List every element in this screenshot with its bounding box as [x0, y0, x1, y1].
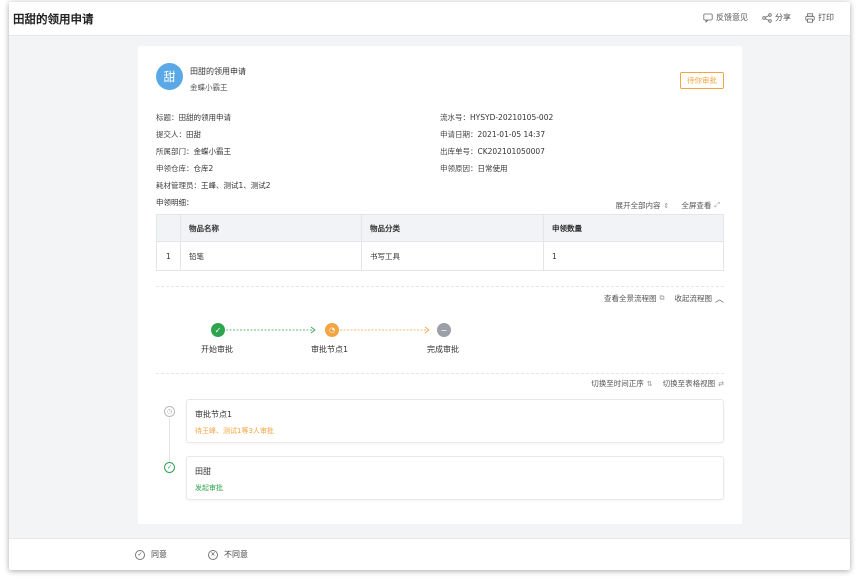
- top-actions: 反馈意见 分享 打印: [703, 12, 834, 23]
- agree-label: 同意: [151, 550, 167, 559]
- cell-qty: 1: [552, 251, 557, 261]
- field-detail-label: 申领明细：: [156, 198, 194, 207]
- fullscreen-button[interactable]: 全屏查看 ⤢: [681, 200, 720, 211]
- request-title: 田甜的领用申请: [190, 67, 246, 76]
- divider: [156, 373, 724, 374]
- approval-flow: ✓ 开始审批 ◔ 审批节点1 − 完成审批: [138, 322, 742, 362]
- col-index: [157, 215, 181, 241]
- share-button[interactable]: 分享: [762, 12, 791, 23]
- col-category: 物品分类: [362, 215, 544, 241]
- check-icon: ✓: [211, 323, 225, 337]
- request-subtitle: 金蝶小霸王: [190, 83, 228, 92]
- timeline-tools: 切换至时间正序 ⇅ 切换至表格视图 ⇄: [591, 378, 724, 389]
- field-warehouse: 申领仓库：仓库2: [156, 164, 214, 173]
- agree-button[interactable]: ✓ 同意: [135, 549, 167, 560]
- timeline-item-name: 田甜: [195, 467, 211, 476]
- timeline-item-name: 审批节点1: [195, 410, 233, 419]
- col-name: 物品名称: [181, 215, 362, 241]
- col-qty: 申领数量: [552, 223, 582, 233]
- flow-node-start: 开始审批: [201, 345, 233, 354]
- app-window: 田甜的领用申请 反馈意见 分享 打印 甜 田甜的领用申请 金蝶小霸王 待你审批 …: [9, 2, 850, 570]
- expand-all-button[interactable]: 展开全部内容 ⇕: [616, 200, 670, 211]
- feedback-button[interactable]: 反馈意见: [703, 12, 748, 23]
- check-circle-icon: ✓: [164, 462, 175, 473]
- switch-icon: ⇄: [718, 379, 724, 388]
- chevron-up-icon: ︿: [714, 295, 724, 305]
- field-outbound-no: 出库单号：CK202101050007: [440, 147, 545, 156]
- cell-name: 铅笔: [181, 242, 362, 270]
- clock-icon: ◷: [164, 406, 175, 417]
- sort-icon: ⇕: [663, 201, 670, 210]
- status-badge: 待你审批: [680, 72, 724, 89]
- timeline-item: 田甜 发起审批: [186, 456, 724, 500]
- share-label: 分享: [775, 13, 791, 22]
- disagree-button[interactable]: ✕ 不同意: [208, 549, 248, 560]
- time-order-button[interactable]: 切换至时间正序 ⇅: [591, 378, 652, 389]
- field-reason: 申领原因：日常使用: [440, 164, 508, 173]
- field-title: 标题：田甜的领用申请: [156, 113, 231, 122]
- sort-asc-icon: ⇅: [646, 379, 653, 388]
- cell-category: 书写工具: [362, 242, 544, 270]
- request-card: 甜 田甜的领用申请 金蝶小霸王 待你审批 标题：田甜的领用申请 流水号：HYSY…: [138, 46, 742, 524]
- field-date: 申请日期：2021-01-05 14:37: [440, 130, 546, 139]
- flow-node-approval: 审批节点1: [311, 345, 349, 354]
- close-circle-icon: ✕: [208, 549, 218, 560]
- disagree-label: 不同意: [224, 550, 248, 559]
- cell-index: 1: [157, 242, 181, 270]
- feedback-label: 反馈意见: [716, 13, 748, 22]
- share-icon: [762, 12, 772, 23]
- table-header: 物品名称 物品分类 申领数量: [157, 215, 723, 242]
- collapse-flow-button[interactable]: 收起流程图 ︿: [674, 292, 724, 305]
- table-tools: 展开全部内容 ⇕ 全屏查看 ⤢: [616, 200, 720, 211]
- bottom-bar: ✓ 同意 ✕ 不同意: [9, 538, 850, 570]
- flow-node-complete: 完成审批: [427, 345, 459, 354]
- print-label: 打印: [818, 13, 834, 22]
- field-serial: 流水号：HYSYD-20210105-002: [440, 113, 554, 122]
- print-button[interactable]: 打印: [805, 12, 834, 23]
- table-row: 1 铅笔 书写工具 1: [157, 242, 723, 270]
- page-title: 田甜的领用申请: [13, 12, 94, 26]
- field-department: 所属部门：金蝶小霸王: [156, 147, 231, 156]
- check-circle-icon: ✓: [135, 549, 145, 560]
- table-view-button[interactable]: 切换至表格视图 ⇄: [663, 378, 724, 389]
- timeline-item: 审批节点1 待王峰、测试1等3人审批: [186, 399, 724, 443]
- field-submitter: 提交人：田甜: [156, 130, 201, 139]
- top-bar: 田甜的领用申请 反馈意见 分享 打印: [9, 2, 850, 36]
- field-admin: 耗材管理员：王峰、测试1、测试2: [156, 181, 271, 190]
- clock-icon: ◔: [325, 323, 339, 337]
- timeline-item-desc: 发起审批: [195, 484, 223, 492]
- avatar: 甜: [156, 63, 183, 90]
- expand-icon: ⤢: [714, 201, 720, 209]
- divider: [156, 286, 724, 287]
- flow-tools: 查看全景流程图 ⧉ 收起流程图 ︿: [604, 292, 724, 305]
- print-icon: [805, 12, 815, 23]
- feedback-icon: [703, 13, 713, 23]
- detail-table: 物品名称 物品分类 申领数量 1 铅笔 书写工具 1: [156, 214, 724, 271]
- full-flow-button[interactable]: 查看全景流程图 ⧉: [604, 292, 665, 305]
- flowchart-icon: ⧉: [659, 294, 665, 302]
- timeline-item-desc: 待王峰、测试1等3人审批: [195, 427, 274, 435]
- minus-icon: −: [437, 323, 451, 337]
